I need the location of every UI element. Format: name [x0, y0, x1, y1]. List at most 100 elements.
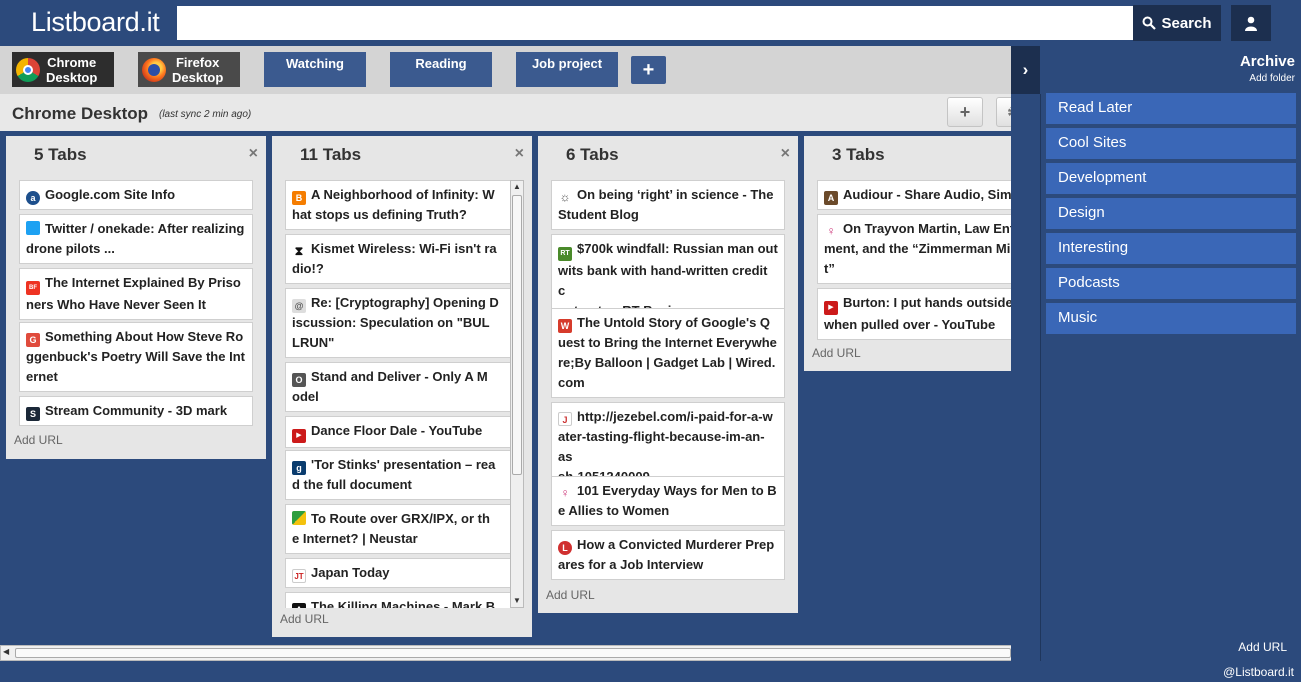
twitter-icon	[26, 221, 40, 235]
list-item[interactable]: To Route over GRX/IPX, or th e Internet? …	[285, 504, 510, 554]
add-url-link[interactable]: Add URL	[280, 612, 329, 626]
column-header: 5 Tabs ×	[6, 136, 266, 174]
footer: @Listboard.it	[0, 661, 1301, 682]
search-button[interactable]: Search	[1133, 5, 1221, 41]
list-item[interactable]: W The Untold Story of Google's Q uest to B…	[551, 308, 785, 398]
folder-development[interactable]: Development	[1046, 163, 1296, 194]
link-title: On being ‘right’ in science - The	[577, 187, 774, 202]
add-url-link[interactable]: Add URL	[546, 588, 595, 602]
link-title: ment, and the “Zimmerman Mindse	[824, 241, 1040, 256]
scroll-thumb[interactable]	[512, 195, 522, 475]
add-list-button[interactable]: +	[947, 97, 983, 127]
link-title: Re: [Cryptography] Opening D	[311, 295, 499, 310]
board: 5 Tabs × a Google.com Site Info Twitter /…	[0, 131, 1040, 645]
add-url-link[interactable]: Add URL	[14, 433, 63, 447]
list-item[interactable]: L How a Convicted Murderer Prep ares for a…	[551, 530, 785, 580]
list-item[interactable]: @ Re: [Cryptography] Opening D iscussion: …	[285, 288, 510, 358]
close-icon[interactable]: ×	[781, 145, 790, 163]
kismet-icon: ⧗	[292, 244, 306, 258]
tab-reading[interactable]: Reading	[390, 52, 492, 87]
folder-design[interactable]: Design	[1046, 198, 1296, 229]
folder-interesting[interactable]: Interesting	[1046, 233, 1296, 264]
close-icon[interactable]: ×	[515, 145, 524, 163]
tab-job-project[interactable]: Job project	[516, 52, 618, 87]
archive-title: Archive	[1239, 53, 1295, 70]
link-title: Something About How Steve Ro	[45, 329, 244, 344]
list-item[interactable]: ⧗ Kismet Wireless: Wi-Fi isn't ra dio!?	[285, 234, 510, 284]
folder-music[interactable]: Music	[1046, 303, 1296, 334]
steam-icon: S	[26, 407, 40, 421]
link-title: Burton: I put hands outside car	[843, 295, 1036, 310]
top-bar: Listboard.it Search	[0, 0, 1301, 46]
list-item[interactable]: A The Killing Machines - Mark B	[285, 592, 510, 608]
list-item[interactable]: a Google.com Site Info	[19, 180, 253, 210]
tab-label: Desktop	[46, 69, 98, 85]
tab-firefox-desktop[interactable]: Firefox Desktop	[138, 52, 240, 87]
scroll-down-icon[interactable]: ▼	[512, 595, 522, 607]
scroll-thumb[interactable]	[15, 648, 1011, 658]
user-icon	[1245, 16, 1257, 31]
list-item[interactable]: ▶ Burton: I put hands outside car when pul…	[817, 288, 1040, 340]
link-title: odel	[292, 389, 319, 404]
mail-icon: @	[292, 299, 306, 313]
list-item[interactable]: B A Neighborhood of Infinity: W hat stops …	[285, 180, 510, 230]
lastword-icon: L	[558, 541, 572, 555]
scroll-up-icon[interactable]: ▲	[512, 181, 522, 193]
link-title: $700k windfall: Russian man out	[577, 241, 778, 256]
tab-label: Chrome	[47, 54, 97, 70]
close-icon[interactable]: ×	[249, 145, 258, 163]
search-button-label: Search	[1161, 14, 1212, 32]
column-title: 5 Tabs	[34, 145, 87, 164]
atlantic-icon: A	[292, 603, 306, 608]
list-item[interactable]: ☼ On being ‘right’ in science - The Studen…	[551, 180, 785, 230]
link-title: t”	[824, 261, 835, 276]
sync-status: (last sync 2 min ago)	[159, 109, 252, 120]
link-title: The Internet Explained By Priso	[45, 275, 241, 290]
tab-chrome-desktop[interactable]: Chrome Desktop	[12, 52, 114, 87]
list-item[interactable]: ♀ 101 Everyday Ways for Men to B e Allies …	[551, 476, 785, 526]
list-item[interactable]: BF The Internet Explained By Priso ners Wh…	[19, 268, 253, 320]
add-url-link[interactable]: Add URL	[1238, 640, 1287, 654]
list-item[interactable]: g 'Tor Stinks' presentation – rea d the fu…	[285, 450, 510, 500]
tab-column: 11 Tabs × BA Neighborhood of Infinity: W…	[272, 136, 532, 637]
add-tab-button[interactable]: +	[631, 56, 666, 84]
list-item[interactable]: ♀ On Trayvon Martin, Law Enforce ment, and…	[817, 214, 1040, 284]
link-title: Audiour - Share Audio, Simply	[843, 187, 1031, 202]
list-item[interactable]: ▶ Dance Floor Dale - YouTube	[285, 416, 510, 448]
link-title: The Untold Story of Google's Q	[577, 315, 771, 330]
column-scrollbar[interactable]: ▲ ▼	[510, 180, 524, 608]
link-title: dio!?	[292, 261, 324, 276]
search-input[interactable]	[177, 6, 1133, 40]
youtube-icon: ▶	[824, 301, 838, 315]
app-logo[interactable]: Listboard.it	[31, 7, 160, 38]
scroll-left-icon[interactable]: ◀	[3, 647, 9, 656]
jezebel-icon: J	[558, 412, 572, 426]
link-title: http://jezebel.com/i-paid-for-a-w	[577, 409, 773, 424]
guardian-icon: g	[292, 461, 306, 475]
list-item[interactable]: A Audiour - Share Audio, Simply	[817, 180, 1040, 210]
buzzfeed-icon: BF	[26, 281, 40, 295]
link-title: Twitter / onekade: After realizing	[45, 221, 245, 236]
link-title: uest to Bring the Internet Everywhe	[558, 335, 777, 350]
board-toolbar: Chrome Desktop (last sync 2 min ago) +	[0, 94, 1040, 131]
add-folder-link[interactable]: Add folder	[1249, 73, 1295, 84]
list-item[interactable]: Twitter / onekade: After realizing drone …	[19, 214, 253, 264]
user-menu-button[interactable]	[1231, 5, 1271, 41]
column-header: 6 Tabs ×	[538, 136, 798, 174]
folder-read-later[interactable]: Read Later	[1046, 93, 1296, 124]
list-item[interactable]: G Something About How Steve Ro ggenbuck's …	[19, 322, 253, 392]
add-url-link[interactable]: Add URL	[812, 346, 861, 360]
list-item[interactable]: JT Japan Today	[285, 558, 510, 588]
tab-watching[interactable]: Watching	[264, 52, 366, 87]
japantoday-icon: JT	[292, 569, 306, 583]
footer-credit: @Listboard.it	[1223, 665, 1294, 679]
folder-podcasts[interactable]: Podcasts	[1046, 268, 1296, 299]
folder-cool-sites[interactable]: Cool Sites	[1046, 128, 1296, 159]
board-horizontal-scrollbar[interactable]: ◀ ▶	[0, 645, 1040, 661]
column-title: 3 Tabs	[832, 145, 885, 164]
tab-label: Reading	[415, 56, 467, 71]
sidebar-toggle-button[interactable]: ›	[1011, 46, 1040, 94]
list-item[interactable]: S Stream Community - 3D mark	[19, 396, 253, 426]
list-item[interactable]: O Stand and Deliver - Only A M odel	[285, 362, 510, 412]
link-title: re;By Balloon | Gadget Lab | Wired.	[558, 355, 776, 370]
